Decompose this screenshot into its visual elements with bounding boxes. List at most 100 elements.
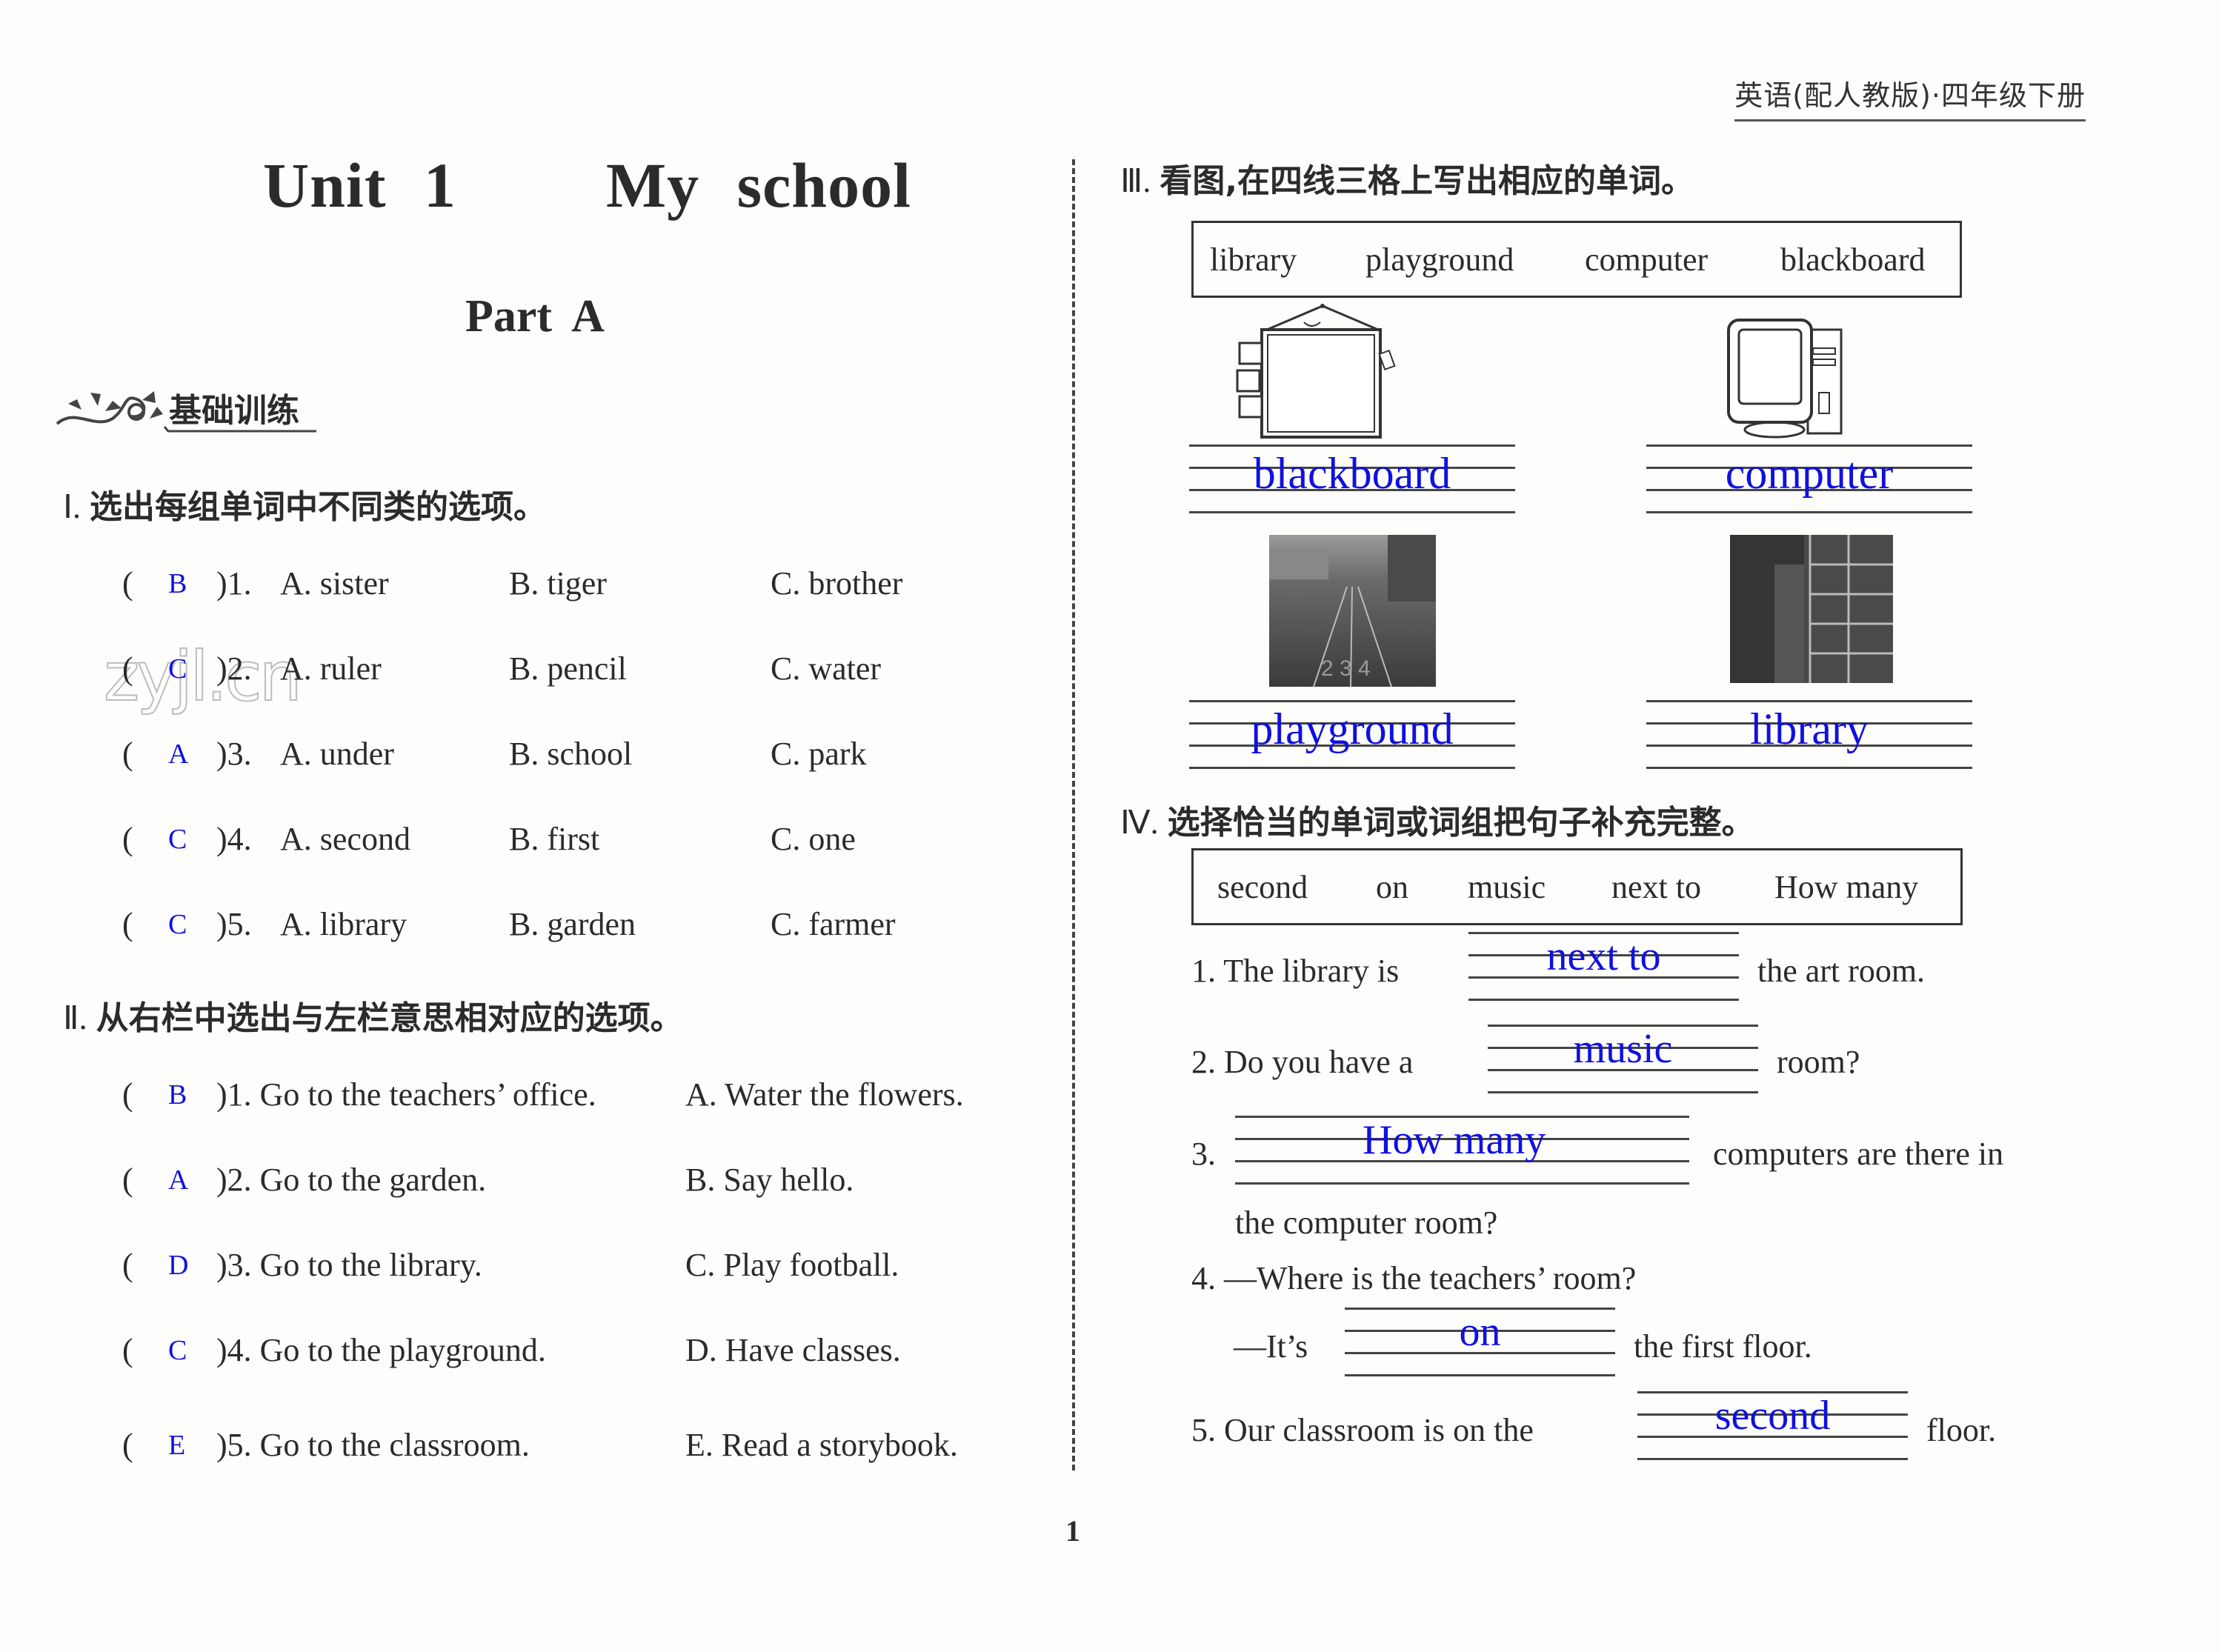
answer-text: on: [1459, 1309, 1501, 1355]
answer-text: blackboard: [1253, 449, 1451, 498]
word-bank-item: music: [1468, 869, 1546, 905]
word-bank-item: playground: [1365, 242, 1514, 278]
section-2-number: Ⅱ.: [63, 1000, 87, 1036]
sentence-4-blank[interactable]: on: [1345, 1308, 1615, 1379]
writing-lines[interactable]: playground: [1189, 700, 1515, 771]
playground-photo: 2 3 4: [1269, 535, 1436, 687]
answer-field[interactable]: B: [168, 567, 187, 600]
answer-text: computer: [1725, 449, 1894, 498]
section-1-number: Ⅰ.: [63, 489, 81, 525]
sentence-1-blank[interactable]: next to: [1468, 932, 1739, 1003]
section-3-number: Ⅲ.: [1120, 163, 1151, 199]
page-number: 1: [1065, 1514, 1080, 1548]
sentence-5-blank[interactable]: second: [1637, 1391, 1908, 1462]
sentence-3-continuation: the computer room?: [1235, 1205, 1498, 1241]
right-phrase: C. Play football.: [685, 1247, 899, 1283]
option-b: B. school: [509, 736, 633, 772]
word-bank-item: library: [1210, 242, 1297, 278]
sentence-4-start: —It’s: [1234, 1328, 1308, 1365]
option-c: C. one: [771, 821, 856, 857]
svg-text:2 3 4: 2 3 4: [1321, 656, 1371, 681]
left-phrase: )5. Go to the classroom.: [216, 1427, 530, 1463]
left-phrase: )3. Go to the library.: [216, 1247, 482, 1283]
option-b: B. tiger: [509, 565, 607, 602]
option-c: C. brother: [771, 565, 903, 602]
left-phrase: )2. Go to the garden.: [216, 1162, 487, 1198]
unit-title: Unit 1 My school: [263, 148, 911, 222]
option-b: B. garden: [509, 906, 636, 942]
right-phrase: A. Water the flowers.: [685, 1076, 964, 1113]
word-bank-item: blackboard: [1780, 242, 1926, 278]
section-3-instruction: 看图,在四线三格上写出相应的单词。: [1160, 162, 1694, 200]
sentence-3-start: 3.: [1191, 1136, 1216, 1172]
unit-number: Unit 1: [263, 150, 456, 221]
section-2-instruction: 从右栏中选出与左栏意思相对应的选项。: [96, 999, 683, 1037]
right-phrase: D. Have classes.: [685, 1332, 901, 1368]
option-a: A. ruler: [280, 650, 382, 687]
writing-lines[interactable]: computer: [1646, 444, 1972, 516]
answer-text: playground: [1251, 705, 1454, 753]
sentence-1-end: the art room.: [1757, 953, 1926, 989]
question-number: )1.: [216, 565, 252, 602]
book-header: 英语(配人教版)·四年级下册: [1734, 73, 2086, 121]
sentence-4-end: the first floor.: [1634, 1328, 1812, 1365]
word-bank-item: second: [1217, 869, 1308, 905]
blackboard-illustration: [1236, 304, 1396, 439]
banner-label: 基础训练: [169, 392, 299, 430]
answer-text: How many: [1363, 1117, 1546, 1163]
answer-field[interactable]: E: [168, 1429, 185, 1462]
word-bank-item: How many: [1774, 869, 1919, 905]
section-2-heading: Ⅱ. 从右栏中选出与左栏意思相对应的选项。: [63, 991, 683, 1039]
answer-text: next to: [1546, 933, 1661, 979]
option-a: A. under: [280, 736, 394, 772]
right-phrase: E. Read a storybook.: [685, 1427, 958, 1463]
answer-text: library: [1750, 705, 1869, 753]
option-a: A. second: [280, 821, 410, 857]
question-number: )5.: [216, 906, 252, 942]
option-a: A. library: [280, 906, 407, 942]
section-4-instruction: 选择恰当的单词或词组把句子补充完整。: [1167, 804, 1754, 842]
sentence-4-question: 4. —Where is the teachers’ room?: [1191, 1260, 1637, 1296]
section-3-heading: Ⅲ. 看图,在四线三格上写出相应的单词。: [1120, 154, 1694, 201]
option-c: C. park: [771, 736, 867, 772]
sentence-3-end: computers are there in: [1713, 1136, 2004, 1172]
answer-field[interactable]: A: [168, 738, 188, 770]
question-number: )4.: [216, 821, 252, 857]
section-4-word-bank: second on music next to How many: [1191, 848, 1963, 925]
section-4-heading: Ⅳ. 选择恰当的单词或词组把句子补充完整。: [1120, 796, 1754, 843]
sentence-2-blank[interactable]: music: [1488, 1025, 1758, 1096]
section-1-instruction: 选出每组单词中不同类的选项。: [89, 488, 546, 526]
answer-field[interactable]: D: [168, 1249, 188, 1282]
option-a: A. sister: [280, 565, 389, 602]
sentence-2-end: room?: [1777, 1044, 1860, 1080]
right-phrase: B. Say hello.: [685, 1162, 854, 1198]
part-title: Part A: [465, 291, 605, 342]
answer-text: music: [1573, 1026, 1673, 1072]
word-bank-item: on: [1376, 869, 1408, 905]
writing-lines[interactable]: blackboard: [1189, 444, 1515, 516]
library-photo: [1730, 535, 1893, 683]
section-3-word-bank: library playground computer blackboard: [1191, 221, 1962, 298]
answer-field[interactable]: A: [168, 1164, 188, 1196]
answer-field[interactable]: C: [168, 823, 187, 856]
sentence-5-end: floor.: [1926, 1412, 1997, 1448]
option-c: C. water: [771, 650, 882, 687]
writing-lines[interactable]: library: [1646, 700, 1972, 771]
answer-field[interactable]: C: [168, 908, 187, 941]
sentence-1-start: 1. The library is: [1191, 953, 1400, 989]
answer-field[interactable]: C: [168, 1334, 187, 1367]
question-number: )2.: [216, 650, 252, 687]
section-4-number: Ⅳ.: [1120, 805, 1159, 841]
sentence-2-start: 2. Do you have a: [1191, 1044, 1414, 1080]
answer-field[interactable]: B: [168, 1079, 187, 1111]
option-b: B. pencil: [509, 650, 627, 687]
answer-field[interactable]: C: [168, 653, 187, 685]
word-bank-item: computer: [1585, 242, 1709, 278]
word-bank-item: next to: [1611, 869, 1701, 905]
sentence-3-blank[interactable]: How many: [1235, 1116, 1689, 1187]
sentence-5-start: 5. Our classroom is on the: [1191, 1412, 1534, 1448]
left-phrase: )4. Go to the playground.: [216, 1332, 546, 1368]
page-divider: [1072, 159, 1075, 1471]
computer-illustration: [1727, 319, 1843, 439]
answer-text: second: [1714, 1393, 1831, 1439]
